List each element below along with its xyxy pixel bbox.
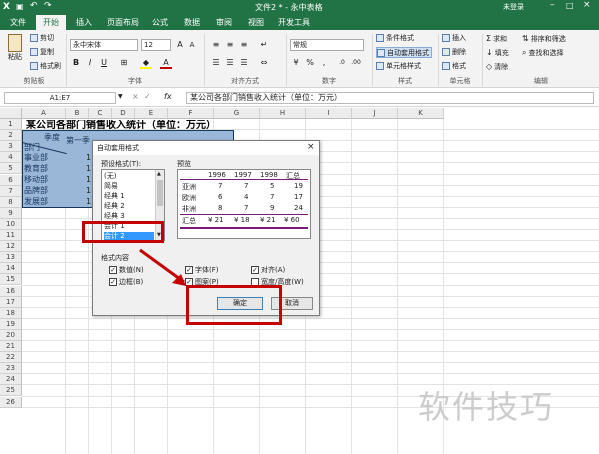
watermark-text: 软件技巧 <box>418 388 555 426</box>
